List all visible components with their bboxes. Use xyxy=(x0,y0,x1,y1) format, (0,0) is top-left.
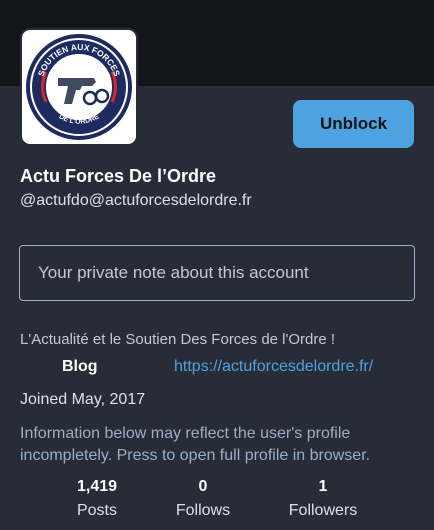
stat-followers-count: 1 xyxy=(318,478,328,495)
stat-follows[interactable]: 0 Follows xyxy=(148,478,258,520)
profile-field-link[interactable]: https://actuforcesdelordre.fr/ xyxy=(174,358,373,376)
stat-followers[interactable]: 1 Followers xyxy=(268,478,378,520)
display-name: Actu Forces De l’Ordre xyxy=(20,166,217,186)
stat-followers-label: Followers xyxy=(288,502,358,519)
profile-field-name: Blog xyxy=(62,358,98,375)
stat-follows-count: 0 xyxy=(198,478,208,495)
stat-posts-label: Posts xyxy=(76,502,117,519)
joined-date: Joined May, 2017 xyxy=(20,391,146,408)
stat-posts-count: 1,419 xyxy=(76,478,118,495)
account-handle: @actufdo@actuforcesdelordre.fr xyxy=(20,192,252,209)
avatar[interactable]: SOUTIEN AUX FORCES DE L'ORDRE xyxy=(20,28,138,146)
police-logo-icon: SOUTIEN AUX FORCES DE L'ORDRE xyxy=(26,34,132,140)
stat-follows-label: Follows xyxy=(175,502,231,519)
private-note-input[interactable] xyxy=(19,245,415,301)
incomplete-profile-notice[interactable]: Information below may reflect the user's… xyxy=(20,423,420,467)
profile-bio: L'Actualité et le Soutien Des Forces de … xyxy=(20,331,336,348)
unblock-button[interactable]: Unblock xyxy=(293,100,414,148)
stat-posts[interactable]: 1,419 Posts xyxy=(42,478,152,520)
